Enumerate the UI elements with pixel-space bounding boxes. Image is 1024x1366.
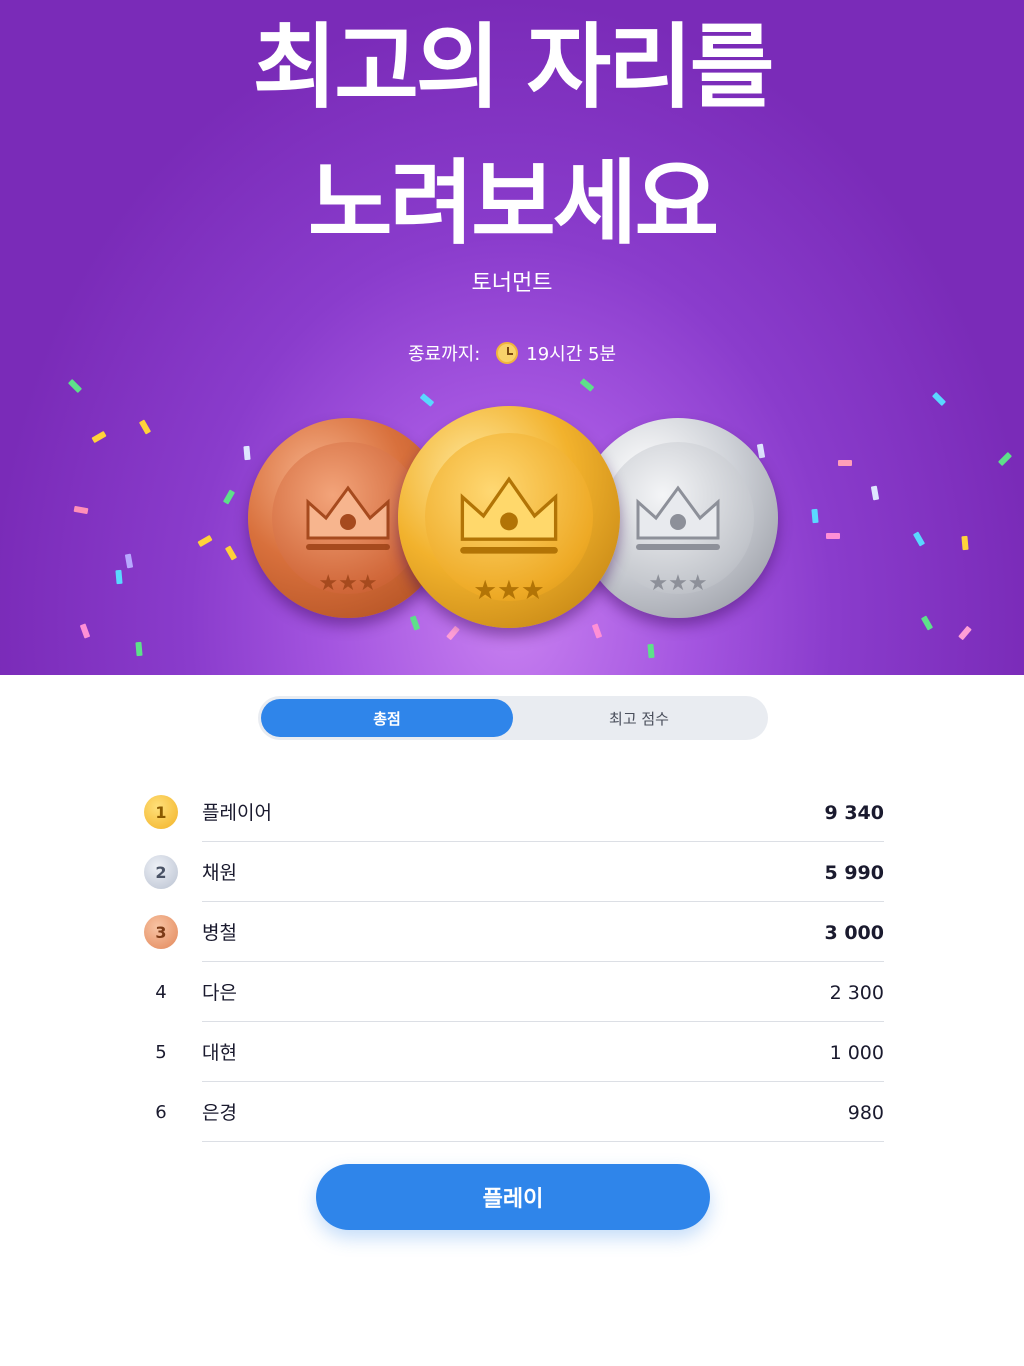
leaderboard-row: 2 채원 5 990 [130, 842, 884, 902]
tab-total-score[interactable]: 총점 [261, 699, 513, 737]
confetti-piece [961, 535, 969, 551]
confetti-piece [997, 451, 1013, 467]
confetti-piece [222, 489, 236, 505]
rank-number: 6 [155, 1101, 167, 1123]
confetti-piece [73, 505, 89, 515]
leaderboard-row: 5 대현 1 000 [130, 1022, 884, 1082]
silver-medal-icon: 2 [144, 855, 178, 889]
confetti-piece [838, 460, 852, 466]
player-name: 대현 [202, 1042, 237, 1064]
rank-number: 3 [155, 922, 167, 942]
player-name: 채원 [202, 862, 237, 884]
timer-value: 19시간 5분 [526, 344, 617, 365]
svg-text:★★★: ★★★ [648, 571, 707, 596]
rank-number: 5 [155, 1041, 167, 1063]
gold-coin: ★★★ [398, 406, 620, 628]
divider [202, 1141, 884, 1142]
svg-text:★★★: ★★★ [318, 571, 377, 596]
leaderboard-row: 6 은경 980 [130, 1082, 884, 1142]
player-score: 2 300 [829, 982, 884, 1004]
rank-number: 4 [155, 981, 167, 1003]
player-score: 9 340 [824, 802, 885, 824]
confetti-piece [91, 430, 107, 444]
player-score: 1 000 [829, 1042, 884, 1064]
player-name: 은경 [202, 1102, 237, 1124]
confetti-piece [115, 569, 123, 585]
player-name: 다은 [202, 982, 237, 1004]
confetti-piece [912, 531, 926, 547]
confetti-piece [931, 391, 947, 407]
leaderboard-row: 1 플레이어 9 340 [130, 782, 884, 842]
confetti-piece [958, 625, 972, 641]
confetti-piece [67, 378, 83, 394]
player-score: 5 990 [824, 862, 885, 884]
player-score: 3 000 [824, 922, 885, 944]
player-name: 플레이어 [202, 802, 272, 824]
rank-number: 1 [155, 802, 167, 822]
confetti-piece [920, 615, 934, 631]
crown-icon: ★★★ [460, 476, 558, 606]
score-tabs: 총점 최고 점수 [258, 696, 768, 740]
player-score: 980 [847, 1102, 884, 1124]
leaderboard-row: 3 병철 3 000 [130, 902, 884, 962]
svg-text:★★★: ★★★ [473, 575, 545, 606]
tournament-subtitle: 토너먼트 [471, 271, 553, 296]
confetti-piece [826, 533, 840, 539]
leaderboard: 1 플레이어 9 340 2 채원 5 990 3 병철 3 000 4 다은 … [130, 782, 884, 1142]
headline-line-2: 노려보세요 [307, 150, 719, 257]
timer-label: 종료까지: [407, 344, 481, 365]
confetti-piece [870, 485, 880, 501]
confetti-piece [224, 545, 238, 561]
confetti-piece [197, 534, 213, 548]
leaderboard-row: 4 다은 2 300 [130, 962, 884, 1022]
play-button[interactable]: 플레이 [316, 1164, 710, 1230]
timer: 종료까지: 19시간 5분 [0, 340, 1024, 366]
gold-medal-icon: 1 [144, 795, 178, 829]
confetti-piece [811, 508, 819, 524]
tab-best-score[interactable]: 최고 점수 [513, 699, 765, 737]
confetti-piece [138, 419, 152, 435]
confetti-piece [579, 378, 595, 392]
rank-number: 2 [155, 862, 167, 882]
confetti-piece [419, 393, 435, 407]
player-name: 병철 [202, 922, 237, 944]
bronze-medal-icon: 3 [144, 915, 178, 949]
hero-banner: 최고의 자리를 노려보세요 토너먼트 종료까지: 19시간 5분 ★★★ ★★★… [0, 0, 1024, 675]
confetti-piece [124, 553, 134, 569]
clock-icon [496, 342, 519, 364]
confetti-piece [647, 643, 655, 659]
headline-line-1: 최고의 자리를 [252, 14, 775, 121]
confetti-piece [135, 641, 143, 657]
confetti-piece [79, 623, 91, 639]
